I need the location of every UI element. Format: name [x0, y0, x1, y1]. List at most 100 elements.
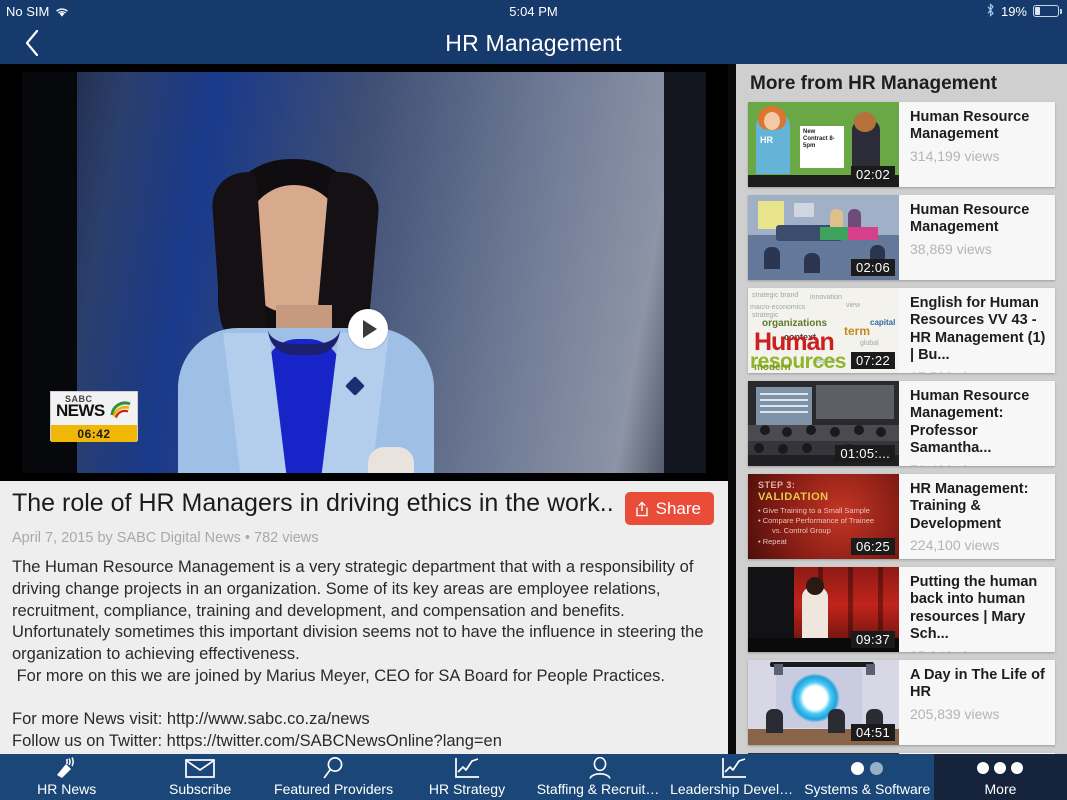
person-icon: [588, 756, 612, 780]
list-item[interactable]: strategic brand innovation macro-economi…: [748, 288, 1055, 373]
watermark-news-label: NEWS: [56, 401, 105, 420]
video-duration: 07:22: [850, 352, 895, 369]
tab-label: Subscribe: [169, 781, 232, 797]
thumbnail-bullet-4: • Repeat: [758, 537, 787, 546]
video-duration: 02:02: [850, 166, 895, 183]
article-section: The role of HR Managers in driving ethic…: [0, 481, 728, 754]
list-item[interactable]: STEP 3: VALIDATION • Give Training to a …: [748, 474, 1055, 559]
thumbnail-word-modern: modern: [754, 362, 791, 373]
video-presenter-figure: [172, 133, 442, 473]
envelope-icon: [185, 756, 215, 780]
status-bar-clock: 5:04 PM: [509, 3, 558, 19]
video-title: Human Resource Management: [910, 109, 1030, 143]
thumbnail-word-capital: capital: [870, 318, 896, 327]
video-player[interactable]: SABC NEWS 06:42: [0, 64, 728, 481]
video-duration: 02:06: [850, 259, 895, 276]
related-videos-list: HR New Contract 8- 5pm 02:02 Human Resou…: [736, 102, 1067, 754]
thumbnail-word-term: term: [844, 324, 871, 338]
tab-label: HR Strategy: [428, 781, 506, 797]
video-duration: 09:37: [850, 631, 895, 648]
article-header: The role of HR Managers in driving ethic…: [12, 489, 714, 525]
thumbnail-validation-label: VALIDATION: [758, 491, 829, 503]
navigation-bar: HR Management: [0, 22, 1067, 64]
video-views: 35,046 views: [910, 648, 1047, 652]
status-bar: No SIM 5:04 PM 19%: [0, 0, 1067, 22]
column-scroll-divider[interactable]: [728, 64, 736, 754]
share-button[interactable]: Share: [624, 492, 714, 525]
video-thumbnail: HR New Contract 8- 5pm 02:02: [748, 102, 899, 187]
video-info: HR Management: Training & Development 22…: [899, 474, 1055, 559]
video-views: 224,100 views: [910, 537, 1000, 554]
video-thumbnail: strategic brand innovation macro-economi…: [748, 288, 899, 373]
video-title: Human Resource Management: [910, 202, 1030, 236]
video-right-bar: [664, 72, 706, 473]
video-info: Human Resource Management 38,869 views: [899, 195, 1055, 280]
tab-staffing-recruitment[interactable]: Staffing & Recruitm...: [534, 754, 667, 800]
video-title: A Day in The Life of HR: [910, 667, 1045, 701]
video-title: Human Resource Management: Professor Sam…: [910, 388, 1030, 457]
tab-label: Leadership Develop...: [670, 781, 801, 797]
sidebar-heading: More from HR Management: [750, 73, 998, 94]
list-item[interactable]: 09:37 Putting the human back into human …: [748, 567, 1055, 652]
video-info: Human Resource Management: Professor Sam…: [899, 381, 1055, 466]
bluetooth-icon: [986, 3, 995, 19]
list-item[interactable]: HR New Contract 8- 5pm 02:02 Human Resou…: [748, 102, 1055, 187]
list-item[interactable]: 02:06 Human Resource Management 38,869 v…: [748, 195, 1055, 280]
tab-label: Systems & Software: [804, 781, 931, 797]
tab-label: Staffing & Recruitm...: [536, 781, 668, 797]
video-duration: 04:51: [850, 724, 895, 741]
share-button-label: Share: [655, 498, 701, 518]
thumbnail-hr-label: HR: [760, 135, 773, 145]
tab-label: More: [984, 781, 1017, 797]
video-info: Human Resource Management 314,199 views: [899, 102, 1055, 187]
video-views: 314,199 views: [910, 147, 1000, 164]
video-views: 76,420 views: [910, 462, 1047, 466]
play-icon[interactable]: [348, 309, 388, 349]
video-thumbnail: 01:05:...: [748, 381, 899, 466]
tab-hr-news[interactable]: HR News: [0, 754, 133, 800]
main-content-column: SABC NEWS 06:42 The role of HR Managers …: [0, 64, 728, 754]
battery-icon: [1033, 5, 1062, 17]
satellite-dish-icon: [54, 756, 80, 780]
thumbnail-bullet-1: • Give Training to a Small Sample: [758, 506, 870, 515]
tab-more[interactable]: More: [933, 754, 1067, 800]
video-info: Putting the human back into human resour…: [899, 567, 1055, 652]
video-title: HR Management: Training & Development: [910, 481, 1029, 532]
tab-systems-software[interactable]: Systems & Software: [801, 754, 934, 800]
video-title: Putting the human back into human resour…: [910, 574, 1038, 643]
related-videos-sidebar: More from HR Management HR New Contract …: [736, 64, 1067, 754]
thumbnail-bullet-3: vs. Control Group: [772, 526, 831, 535]
status-bar-right: 19%: [986, 3, 1062, 19]
thumbnail-bullet-2: • Compare Performance of Trainee: [758, 516, 875, 525]
tab-subscribe[interactable]: Subscribe: [133, 754, 266, 800]
watermark-arc-icon: [110, 400, 132, 418]
video-views: 37,523 views: [910, 369, 1047, 373]
bottom-tab-bar: HR News Subscribe Featured Providers HR …: [0, 754, 1067, 800]
video-thumbnail: 09:37: [748, 567, 899, 652]
video-title: English for Human Resources VV 43 - HR M…: [910, 295, 1046, 364]
video-frame: SABC NEWS 06:42: [22, 72, 706, 473]
list-item[interactable]: 04:51 A Day in The Life of HR 205,839 vi…: [748, 660, 1055, 745]
tab-featured-providers[interactable]: Featured Providers: [267, 754, 400, 800]
tab-label: HR News: [37, 781, 97, 797]
watermark-timestamp: 06:42: [51, 425, 137, 442]
article-meta: April 7, 2015 by SABC Digital News • 782…: [12, 530, 319, 546]
video-thumbnail: 04:51: [748, 660, 899, 745]
video-thumbnail: 02:06: [748, 195, 899, 280]
tab-label: Featured Providers: [274, 781, 394, 797]
tab-leadership-development[interactable]: Leadership Develop...: [667, 754, 801, 800]
video-thumbnail: STEP 3: VALIDATION • Give Training to a …: [748, 474, 899, 559]
two-dots-icon: [851, 756, 884, 780]
video-info: A Day in The Life of HR 205,839 views: [899, 660, 1055, 745]
article-title: The role of HR Managers in driving ethic…: [12, 489, 615, 517]
thumbnail-step-label: STEP 3:: [758, 480, 796, 490]
battery-percent-label: 19%: [1000, 3, 1027, 19]
page-title: HR Management: [445, 30, 622, 56]
app-root: No SIM 5:04 PM 19% HR Management SABC NE…: [0, 0, 1067, 800]
magnifier-icon: [322, 756, 346, 780]
video-views: 205,839 views: [910, 705, 1000, 722]
video-duration: 01:05:...: [835, 445, 895, 462]
tab-hr-strategy[interactable]: HR Strategy: [400, 754, 533, 800]
line-chart-icon: [454, 756, 480, 780]
list-item[interactable]: 01:05:... Human Resource Management: Pro…: [748, 381, 1055, 466]
